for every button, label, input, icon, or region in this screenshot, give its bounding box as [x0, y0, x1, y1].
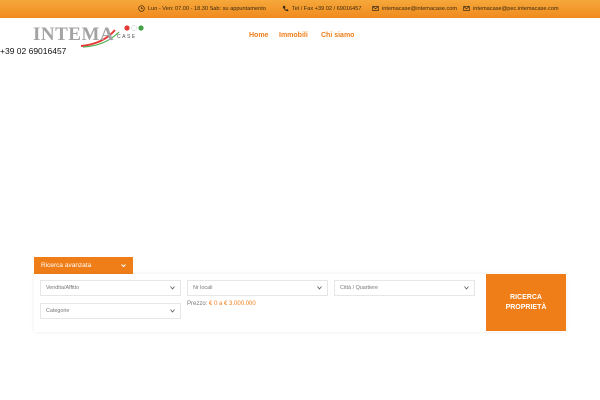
pec-text: intemacase@pec.intemacase.com — [473, 6, 559, 12]
advanced-search-tab[interactable]: Ricerca avanzata — [34, 257, 133, 274]
type-select-value: Vendita/Affitto — [46, 285, 80, 291]
logo-text: INTEMA — [33, 24, 115, 45]
logo-subtext: CASE — [117, 34, 137, 40]
mail-icon — [372, 5, 379, 12]
phone-text: Tel / Fax +39 02 / 69016457 — [292, 6, 362, 12]
pec-info[interactable]: intemacase@pec.intemacase.com — [463, 0, 559, 18]
price-label: Prezzo: — [187, 301, 208, 307]
search-button-label: RICERCA PROPRIETÀ — [505, 293, 547, 311]
price-filter[interactable]: Prezzo: € 0 a € 3.000.000 — [187, 301, 256, 307]
category-select[interactable]: Categorie — [40, 303, 181, 319]
city-select[interactable]: Città / Quartiere — [334, 280, 475, 296]
top-info-bar: Lun - Ven: 07.00 - 18.30 Sab: su appunta… — [0, 0, 600, 18]
hours-text: Lun - Ven: 07.00 - 18.30 Sab: su appunta… — [148, 6, 266, 12]
chevron-down-icon — [317, 286, 322, 290]
phone-icon — [282, 5, 289, 12]
price-range: € 0 a € 3.000.000 — [209, 301, 256, 307]
email-text: intemacase@intemacase.com — [382, 6, 458, 12]
nav-item-chi-siamo[interactable]: Chi siamo — [321, 32, 354, 39]
type-select[interactable]: Vendita/Affitto — [40, 280, 181, 296]
city-select-value: Città / Quartiere — [340, 285, 379, 291]
mail-icon — [463, 5, 470, 12]
logo[interactable]: INTEMA CASE — [33, 24, 147, 48]
chevron-down-icon — [170, 286, 175, 290]
category-select-value: Categorie — [46, 308, 70, 314]
nav-item-home[interactable]: Home — [249, 32, 268, 39]
chevron-down-icon — [121, 264, 126, 268]
search-properties-button[interactable]: RICERCA PROPRIETÀ — [486, 274, 566, 331]
phone-info[interactable]: Tel / Fax +39 02 / 69016457 — [282, 0, 362, 18]
hours-info: Lun - Ven: 07.00 - 18.30 Sab: su appunta… — [138, 0, 266, 18]
nav-item-immobili[interactable]: Immobili — [279, 32, 308, 39]
rooms-select-value: Nr locali — [193, 285, 213, 291]
advanced-search-label: Ricerca avanzata — [41, 262, 92, 269]
floating-phone[interactable]: +39 02 69016457 — [0, 46, 66, 56]
rooms-select[interactable]: Nr locali — [187, 280, 328, 296]
clock-icon — [138, 5, 145, 12]
chevron-down-icon — [464, 286, 469, 290]
chevron-down-icon — [170, 309, 175, 313]
email-info[interactable]: intemacase@intemacase.com — [372, 0, 457, 18]
